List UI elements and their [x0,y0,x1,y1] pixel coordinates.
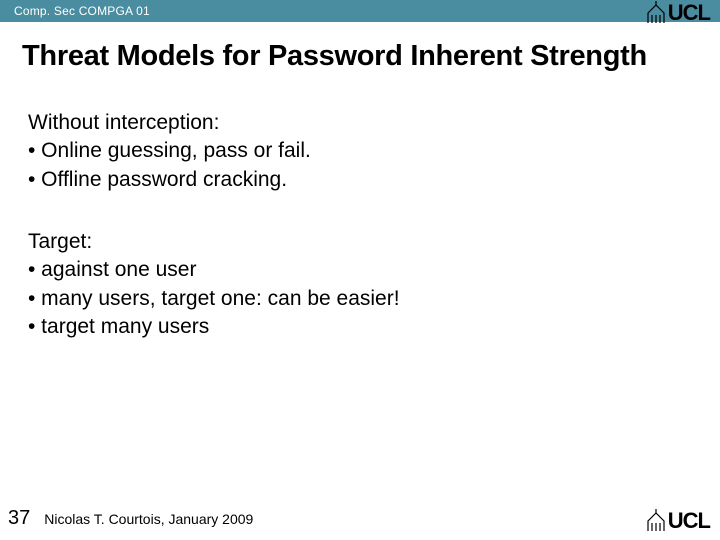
logo-text: UCL [668,508,710,534]
logo-top: UCL [646,0,710,26]
bullet-item: • Offline password cracking. [28,166,720,194]
ucl-dome-icon [646,1,666,25]
author-line: Nicolas T. Courtois, January 2009 [44,511,253,527]
bullet-item: • against one user [28,256,720,284]
logo-bottom: UCL [646,508,710,534]
section-heading: Target: [28,228,720,256]
bullet-item: • target many users [28,313,720,341]
slide-title: Threat Models for Password Inherent Stre… [22,40,720,73]
footer: 37 Nicolas T. Courtois, January 2009 [8,507,253,530]
slide-content: Without interception: • Online guessing,… [28,109,720,341]
bullet-item: • Online guessing, pass or fail. [28,137,720,165]
logo-text: UCL [668,0,710,26]
header-bar: Comp. Sec COMPGA 01 [0,0,720,22]
course-code: Comp. Sec COMPGA 01 [14,4,150,18]
page-number: 37 [8,507,30,530]
bullet-item: • many users, target one: can be easier! [28,285,720,313]
section-heading: Without interception: [28,109,720,137]
ucl-dome-icon [646,509,666,533]
